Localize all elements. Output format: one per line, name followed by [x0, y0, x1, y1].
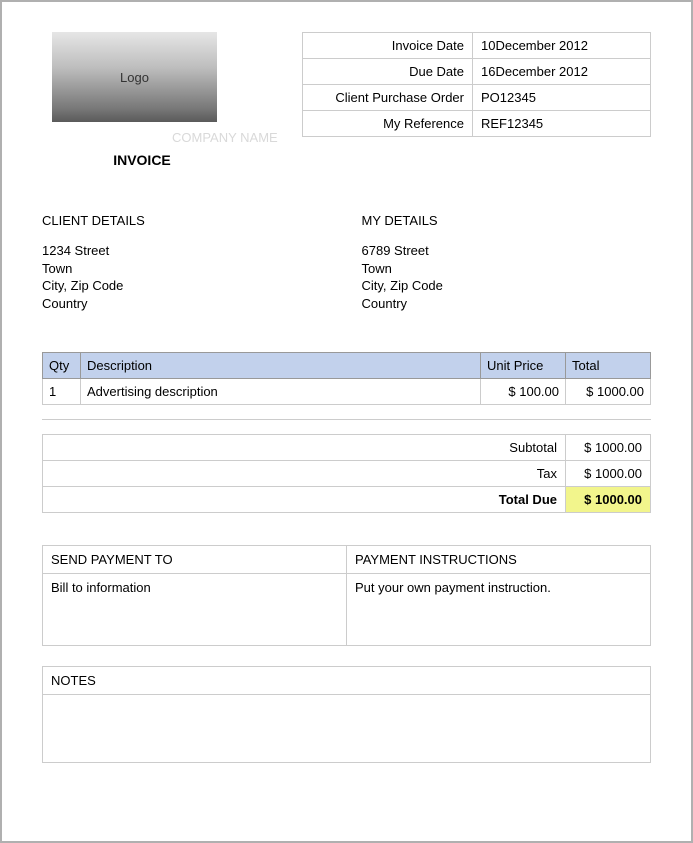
col-desc: Description [81, 353, 481, 379]
ref-label: Invoice Date [303, 33, 473, 59]
ref-row-my-ref: My Reference REF12345 [303, 111, 651, 137]
client-heading: CLIENT DETAILS [42, 213, 332, 228]
col-total: Total [566, 353, 651, 379]
notes-body-row [43, 695, 651, 763]
logo-block: Logo COMPANY NAME INVOICE [42, 32, 272, 168]
ref-label: My Reference [303, 111, 473, 137]
total-due-row: Total Due $ 1000.00 [43, 487, 651, 513]
total-due-value: $ 1000.00 [566, 487, 651, 513]
ref-row-po: Client Purchase Order PO12345 [303, 85, 651, 111]
tax-row: Tax $ 1000.00 [43, 461, 651, 487]
col-qty: Qty [43, 353, 81, 379]
client-line: Town [42, 260, 332, 278]
ref-row-due-date: Due Date 16December 2012 [303, 59, 651, 85]
payment-instructions-label: PAYMENT INSTRUCTIONS [347, 546, 651, 574]
tax-value: $ 1000.00 [566, 461, 651, 487]
cell-total: $ 1000.00 [566, 379, 651, 405]
ref-label: Due Date [303, 59, 473, 85]
my-line: Country [362, 295, 652, 313]
subtotal-row: Subtotal $ 1000.00 [43, 435, 651, 461]
notes-label: NOTES [43, 667, 651, 695]
details-row: CLIENT DETAILS 1234 Street Town City, Zi… [42, 213, 651, 312]
line-items-table: Qty Description Unit Price Total 1 Adver… [42, 352, 651, 405]
my-line: 6789 Street [362, 242, 652, 260]
totals-table: Subtotal $ 1000.00 Tax $ 1000.00 Total D… [42, 434, 651, 513]
col-unit: Unit Price [481, 353, 566, 379]
total-due-label: Total Due [43, 487, 566, 513]
ref-row-invoice-date: Invoice Date 10December 2012 [303, 33, 651, 59]
tax-label: Tax [43, 461, 566, 487]
cell-qty: 1 [43, 379, 81, 405]
client-details: CLIENT DETAILS 1234 Street Town City, Zi… [42, 213, 332, 312]
ref-value: 16December 2012 [473, 59, 651, 85]
invoice-title: INVOICE [12, 152, 272, 168]
table-row: 1 Advertising description $ 100.00 $ 100… [43, 379, 651, 405]
send-payment-label: SEND PAYMENT TO [43, 546, 347, 574]
client-line: City, Zip Code [42, 277, 332, 295]
my-heading: MY DETAILS [362, 213, 652, 228]
client-line: 1234 Street [42, 242, 332, 260]
ref-label: Client Purchase Order [303, 85, 473, 111]
header-row: Logo COMPANY NAME INVOICE Invoice Date 1… [42, 32, 651, 168]
invoice-page: Logo COMPANY NAME INVOICE Invoice Date 1… [0, 0, 693, 843]
subtotal-label: Subtotal [43, 435, 566, 461]
send-payment-body: Bill to information [43, 574, 347, 646]
cell-unit: $ 100.00 [481, 379, 566, 405]
payment-table: SEND PAYMENT TO PAYMENT INSTRUCTIONS Bil… [42, 545, 651, 646]
notes-header-row: NOTES [43, 667, 651, 695]
divider [42, 419, 651, 420]
payment-instructions-body: Put your own payment instruction. [347, 574, 651, 646]
payment-body-row: Bill to information Put your own payment… [43, 574, 651, 646]
reference-table: Invoice Date 10December 2012 Due Date 16… [302, 32, 651, 137]
client-line: Country [42, 295, 332, 313]
company-name: COMPANY NAME [172, 130, 278, 145]
items-header-row: Qty Description Unit Price Total [43, 353, 651, 379]
ref-value: PO12345 [473, 85, 651, 111]
my-line: City, Zip Code [362, 277, 652, 295]
logo-placeholder: Logo [52, 32, 217, 122]
my-details: MY DETAILS 6789 Street Town City, Zip Co… [362, 213, 652, 312]
subtotal-value: $ 1000.00 [566, 435, 651, 461]
my-line: Town [362, 260, 652, 278]
logo-text: Logo [120, 70, 149, 85]
payment-header-row: SEND PAYMENT TO PAYMENT INSTRUCTIONS [43, 546, 651, 574]
ref-value: REF12345 [473, 111, 651, 137]
cell-desc: Advertising description [81, 379, 481, 405]
ref-value: 10December 2012 [473, 33, 651, 59]
notes-table: NOTES [42, 666, 651, 763]
notes-body [43, 695, 651, 763]
